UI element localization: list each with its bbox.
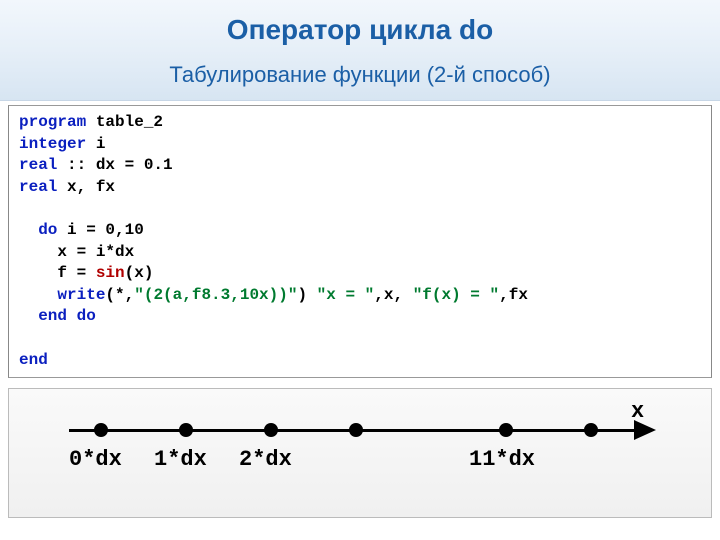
code-text: i = 0,10: [57, 221, 143, 239]
code-block: program table_2 integer i real :: dx = 0…: [8, 105, 712, 378]
fn-sin: sin: [96, 264, 125, 282]
slide-subtitle: Табулирование функции (2-й способ): [0, 62, 720, 88]
tick-dot: [264, 423, 278, 437]
tick-label: 1*dx: [154, 447, 207, 472]
kw-real: real: [19, 178, 57, 196]
kw-real: real: [19, 156, 57, 174]
str-fx: "f(x) = ": [413, 286, 499, 304]
code-text: ,x,: [374, 286, 412, 304]
header: Оператор цикла do Табулирование функции …: [0, 0, 720, 101]
code-text: :: dx = 0.1: [57, 156, 172, 174]
code-text: (*,: [105, 286, 134, 304]
tick-dot: [94, 423, 108, 437]
tick-dot: [584, 423, 598, 437]
kw-write: write: [19, 286, 105, 304]
tick-dot: [499, 423, 513, 437]
code-text: table_2: [86, 113, 163, 131]
axis-x-label: x: [631, 399, 644, 424]
kw-enddo: end do: [19, 307, 96, 325]
code-text: (x): [125, 264, 154, 282]
tick-dot: [179, 423, 193, 437]
code-text: ,fx: [499, 286, 528, 304]
tick-label: 2*dx: [239, 447, 292, 472]
blank-line: [19, 329, 29, 347]
tick-label: 11*dx: [469, 447, 535, 472]
tick-dot: [349, 423, 363, 437]
slide: Оператор цикла do Табулирование функции …: [0, 0, 720, 540]
slide-title: Оператор цикла do: [0, 14, 720, 46]
str-x: "x = ": [317, 286, 375, 304]
fmt-string: "(2(a,f8.3,10x))": [134, 286, 297, 304]
kw-program: program: [19, 113, 86, 131]
code-text: i: [86, 135, 105, 153]
kw-end: end: [19, 351, 48, 369]
kw-integer: integer: [19, 135, 86, 153]
code-text: x = i*dx: [19, 243, 134, 261]
kw-do: do: [19, 221, 57, 239]
blank-line: [19, 199, 29, 217]
code-text: f =: [19, 264, 96, 282]
code-text: x, fx: [57, 178, 115, 196]
number-line-diagram: x 0*dx 1*dx 2*dx 11*dx: [8, 388, 712, 518]
code-text: ): [297, 286, 316, 304]
tick-label: 0*dx: [69, 447, 122, 472]
